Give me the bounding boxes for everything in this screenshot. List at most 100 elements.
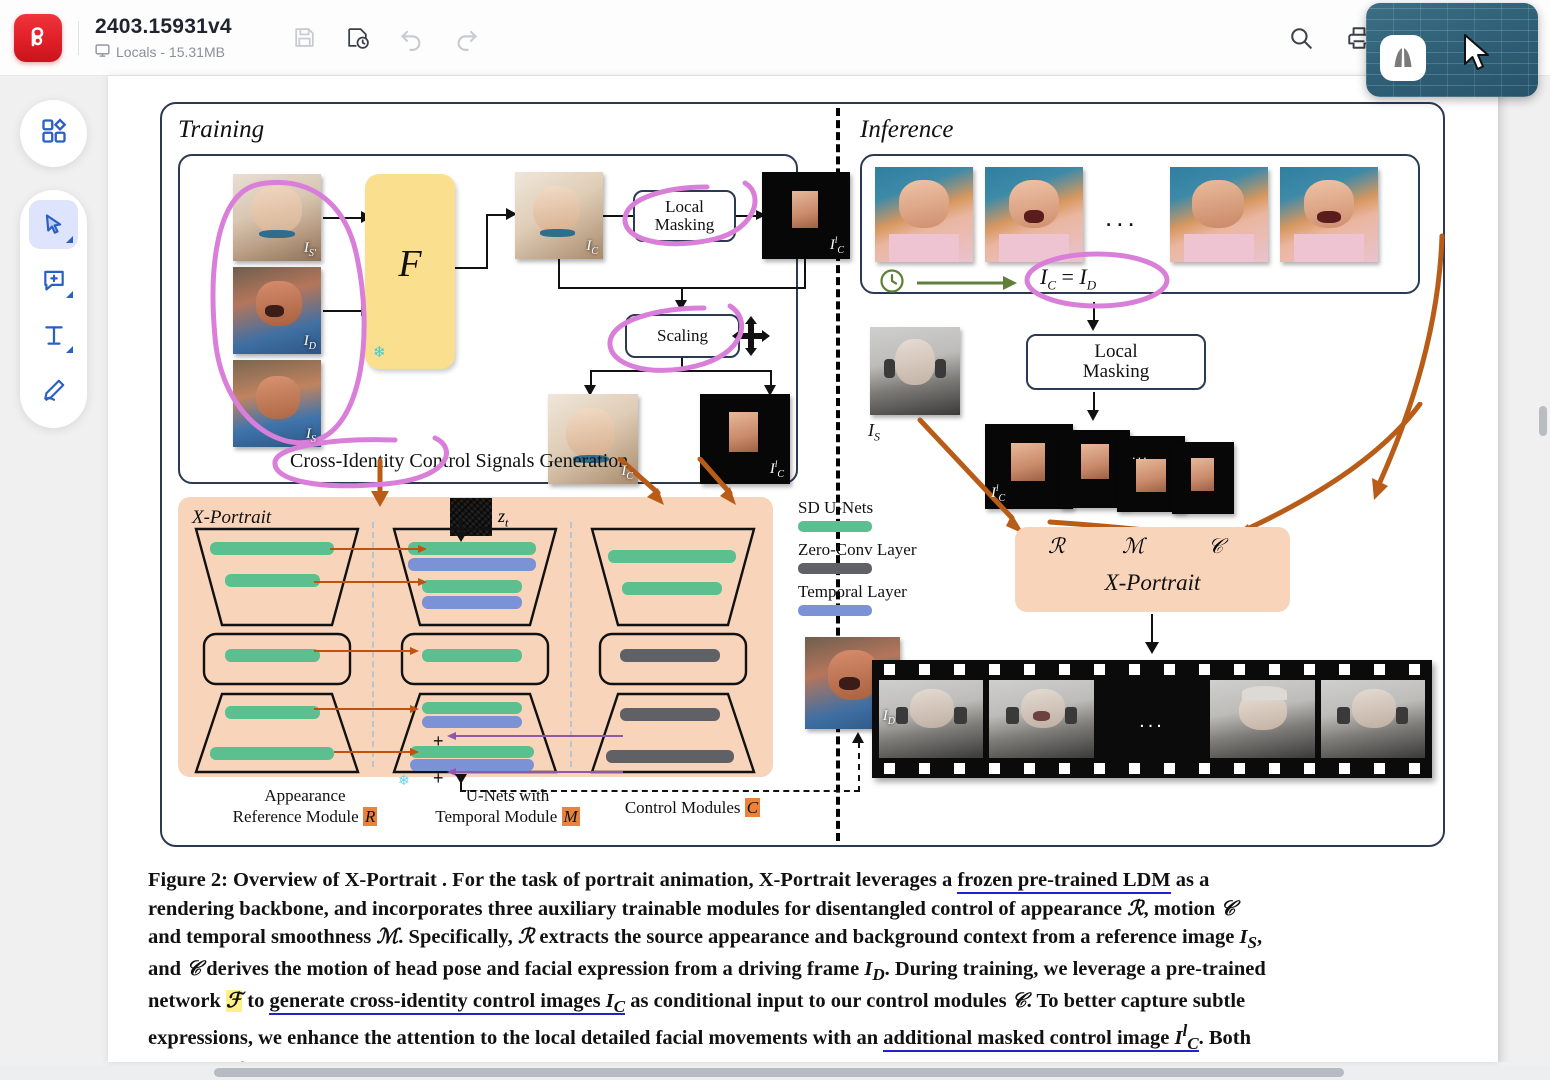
output-frame-ellipsis: ... [1099, 680, 1205, 758]
output-frame-3 [1210, 680, 1315, 758]
arrow-from-network [455, 267, 488, 269]
local-masking-line1: Local [665, 197, 704, 217]
scaling-box: Scaling [625, 314, 740, 358]
caption-line-7-clipped: IC and IlC are subject to a random scali… [148, 1056, 1453, 1062]
sd-unet-bar [225, 706, 320, 719]
output-frame-2 [989, 680, 1094, 758]
floating-capture-widget[interactable] [1366, 3, 1538, 97]
training-masked-control-image: IlC [762, 172, 850, 259]
thumb-label: IlC [769, 459, 784, 480]
inference-module-symbol-M: ℳ [1122, 534, 1145, 558]
vertical-scrollbar[interactable] [1536, 76, 1550, 1062]
training-input-source: IS [233, 360, 321, 447]
save-icon[interactable] [292, 25, 317, 50]
arrow-head [455, 532, 467, 542]
local-masking-line2: Masking [1082, 361, 1150, 382]
select-cursor-icon[interactable] [29, 200, 78, 249]
module-symbol-R: R [362, 807, 378, 827]
tool-expand-corner-icon [66, 346, 73, 353]
text-tool-icon[interactable] [29, 310, 78, 359]
arrow-to-local-masking [603, 215, 635, 217]
caption-line-2: rendering backbone, and incorporates thr… [148, 897, 1236, 920]
training-section-title: Training [178, 116, 265, 143]
book-pages-icon[interactable] [1380, 35, 1426, 81]
training-input-source-prime: IS' [233, 174, 321, 261]
legend-label-zero-conv: Zero-Conv Layer [798, 540, 917, 559]
horizontal-scrollbar[interactable] [0, 1066, 1550, 1080]
scaling-label: Scaling [657, 326, 708, 346]
horizontal-scrollbar-thumb[interactable] [214, 1068, 1344, 1077]
module-caption-control: Control Modules C [600, 797, 785, 818]
tool-expand-corner-icon [66, 236, 73, 243]
local-masking-line2: Masking [654, 215, 715, 234]
search-icon[interactable] [1288, 25, 1314, 51]
caption-line2: Reference Module [232, 807, 359, 827]
split-line [590, 370, 772, 372]
network-symbol: F [398, 243, 422, 285]
storage-label: Locals - 15.31MB [116, 43, 225, 60]
arrow-head [1087, 320, 1099, 331]
caption-line2: Temporal Module [435, 807, 558, 827]
inference-module-symbol-R: ℛ [1048, 534, 1065, 558]
document-meta: 2403.15931v4 Locals - 15.31MB [95, 15, 232, 61]
caption-line2: Control Modules [624, 798, 741, 817]
arrow-to-network [323, 310, 363, 312]
inference-driving-frame-3 [1170, 167, 1268, 262]
sd-unet-bar [225, 574, 320, 587]
document-storage-info: Locals - 15.31MB [95, 43, 232, 61]
legend-swatch-sd-unets [798, 521, 872, 532]
snowflake-icon: ❄ [373, 344, 386, 361]
page-edge-shadow [1498, 76, 1510, 1062]
apps-grid-icon [40, 117, 68, 150]
zero-conv-bar [620, 708, 720, 721]
inference-section-title: Inference [860, 116, 954, 143]
zero-conv-bar [606, 750, 734, 763]
figure-caption: Figure 2: Overview of X-Portrait . For t… [148, 866, 1453, 1062]
arrow-from-local-masking [736, 215, 758, 217]
film-ellipsis-label: ... [1139, 709, 1165, 732]
caption-line1: U-Nets with [465, 786, 550, 805]
thumb-label: ID [882, 708, 895, 727]
sidebar-tool-rail [20, 190, 87, 428]
inference-module-symbol-C: 𝒞 [1208, 534, 1224, 558]
merge-line [558, 259, 560, 289]
thumb-label: IC [621, 463, 633, 482]
output-frame-4 [1320, 680, 1426, 758]
control-encoder-col3 [590, 527, 756, 627]
diagram-legend: SD U-Nets Zero-Conv Layer Temporal Layer [798, 498, 916, 624]
inference-driving-frame-2 [985, 167, 1083, 262]
caption-line-5: network ℱ to generate cross-identity con… [148, 990, 1246, 1017]
module-caption-appearance: Appearance Reference Module R [210, 785, 400, 828]
inference-long-arrow [1372, 233, 1445, 500]
sd-unet-bar [225, 649, 320, 662]
thumb-label: IlC [991, 483, 1006, 504]
caption-line-6: expressions, we enhance the attention to… [148, 1021, 1252, 1054]
add-comment-icon[interactable] [29, 255, 78, 304]
thumb-label: IlC [829, 235, 844, 256]
arrow-head [455, 774, 467, 784]
arrow-head [1145, 642, 1159, 654]
undo-icon[interactable] [398, 24, 425, 51]
vertical-scrollbar-thumb[interactable] [1539, 406, 1547, 436]
thumb-label: IC [586, 238, 598, 257]
header-divider [78, 20, 79, 55]
pen-highlight-icon[interactable] [29, 365, 78, 414]
sidebar-apps-button[interactable] [20, 100, 87, 167]
document-title: 2403.15931v4 [95, 14, 232, 38]
pdf-page[interactable]: Training IS' ID IS F ❄ IC Local Masking … [108, 76, 1498, 1062]
local-masking-line1: Local [1094, 341, 1138, 363]
redo-icon[interactable] [453, 24, 480, 51]
save-history-icon[interactable] [345, 25, 370, 50]
thumb-label: ID [303, 333, 316, 352]
pdf-app-logo[interactable] [14, 13, 62, 62]
ic-equals-id-equation: IC = ID [1040, 264, 1097, 293]
film-perforations-bottom [872, 763, 1432, 774]
xportrait-inference-title: X-Portrait [1104, 570, 1201, 595]
network-F-block: F ❄ [365, 174, 455, 369]
zero-conv-bar [620, 649, 720, 662]
local-masking-box-inference: Local Masking [1026, 334, 1206, 390]
legend-swatch-temporal [798, 605, 872, 616]
feedback-line [858, 742, 860, 792]
legend-swatch-zero-conv [798, 563, 872, 574]
driving-sequence-ellipsis: ... [1105, 202, 1139, 232]
